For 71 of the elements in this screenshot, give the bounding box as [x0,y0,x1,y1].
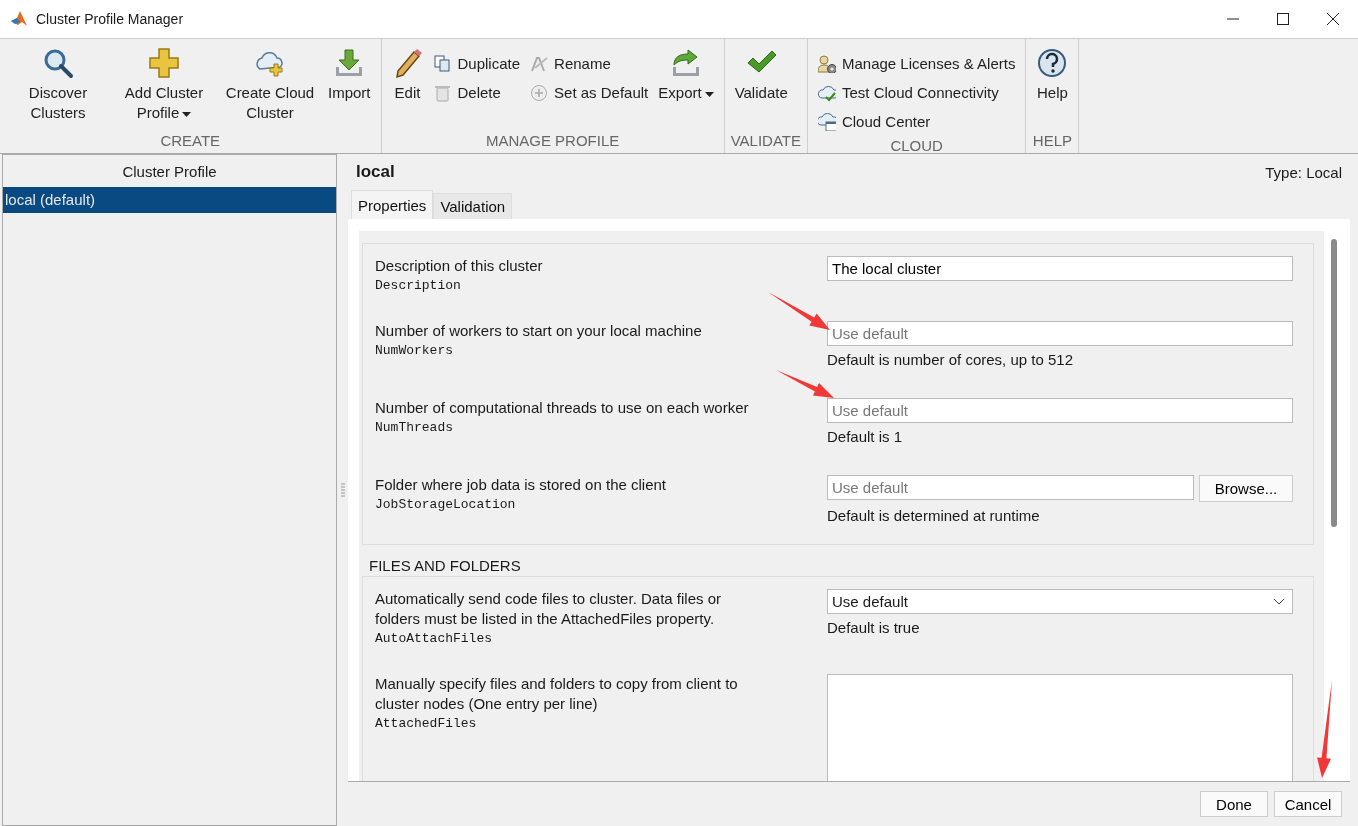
property-description: Number of computational threads to use on each worker [375,398,750,418]
window-title: Cluster Profile Manager [36,11,185,27]
trash-icon [433,83,452,102]
browse-button[interactable]: Browse... [1199,475,1293,502]
section-label: CLOUD [889,136,944,156]
plus-icon [148,47,180,79]
text-field[interactable]: Use default [827,398,1293,423]
tab[interactable]: Validation [433,193,513,219]
chevron-icon [1274,598,1284,605]
toolbar-button[interactable]: Rename [526,49,653,78]
tab[interactable]: Properties [351,190,434,219]
copy-icon [433,54,452,73]
property-description: Automatically send code files to cluster. Data files or folders must be listed in the AttachedFiles property. [375,589,722,629]
section-label: VALIDATE [730,131,801,151]
property-description: Folder where job data is stored on the client [375,475,667,495]
hint-text: Default is determined at runtime [827,506,1041,526]
close-icon [1327,13,1339,25]
toolbar-button[interactable]: Duplicate [429,49,525,78]
annotation-arrow [768,292,830,330]
profile-name: local [356,162,395,182]
person-gear-icon [817,54,836,73]
profile-list-item[interactable]: local (default) [3,187,336,213]
property-description: Manually specify files and folders to copy from client to cluster nodes (One entry per line) [375,674,739,714]
search-icon [42,47,74,79]
property-name: NumWorkers [375,343,454,358]
toolbar-button[interactable]: Cloud Center [813,107,1020,136]
toolbar-button[interactable]: Set as Default [526,78,653,107]
section-label: HELP [1032,131,1073,151]
toolbar-button[interactable]: Discover Clusters [6,45,110,129]
section-label: MANAGE PROFILE [484,131,621,151]
toolbar-button[interactable]: Edit [387,45,428,129]
plus-circle-icon [530,83,549,102]
property-description: Description of this cluster [375,256,544,276]
help-icon [1036,47,1069,79]
toolbar-button[interactable]: Help [1032,45,1073,129]
toolbar-button[interactable]: Manage Licenses & Alerts [813,49,1020,78]
toolbar-button[interactable]: Create Cloud Cluster [218,45,322,129]
text-field[interactable]: Use default [827,321,1293,346]
toolbar-button[interactable]: Test Cloud Connectivity [813,78,1020,107]
toolbar-button[interactable]: Import [324,45,375,129]
property-name: AutoAttachFiles [375,631,494,646]
toolbar-button[interactable]: Validate [730,45,792,129]
cloud-window-icon [817,112,836,131]
property-name: JobStorageLocation [375,497,517,512]
property-description: Number of workers to start on your local machine [375,321,703,341]
dialog-button[interactable]: Done [1200,791,1268,817]
profile-type: Type: Local [1265,163,1342,181]
panel-header: Cluster Profile [121,162,218,182]
property-name: NumThreads [375,420,454,435]
splitter-handle-icon [340,483,345,497]
scrollbar-thumb[interactable] [1331,239,1337,527]
hint-text: Default is number of cores, up to 512 [827,350,1074,370]
dialog-button[interactable]: Cancel [1274,791,1342,817]
property-name: Description [375,278,462,293]
annotation-arrow [776,370,834,398]
rename-icon [530,54,549,73]
hint-text: Default is 1 [827,427,904,447]
property-name: AttachedFiles [375,716,478,731]
text-field[interactable]: Use default [827,475,1194,500]
toolbar-button[interactable]: Export [654,45,718,129]
hint-text: Default is true [827,618,921,638]
cloud-check-icon [817,83,836,102]
section-label: CREATE [159,131,222,151]
toolbar-button[interactable]: Add Cluster Profile [112,45,216,129]
dropdown-field[interactable]: Use default [827,589,1293,614]
maximize-icon [1277,13,1289,25]
toolbar-button[interactable]: Delete [429,78,525,107]
text-area[interactable] [827,674,1293,781]
section-title: FILES AND FOLDERS [369,557,522,574]
text-field[interactable]: The local cluster [827,256,1293,281]
app-logo-icon [10,10,28,28]
